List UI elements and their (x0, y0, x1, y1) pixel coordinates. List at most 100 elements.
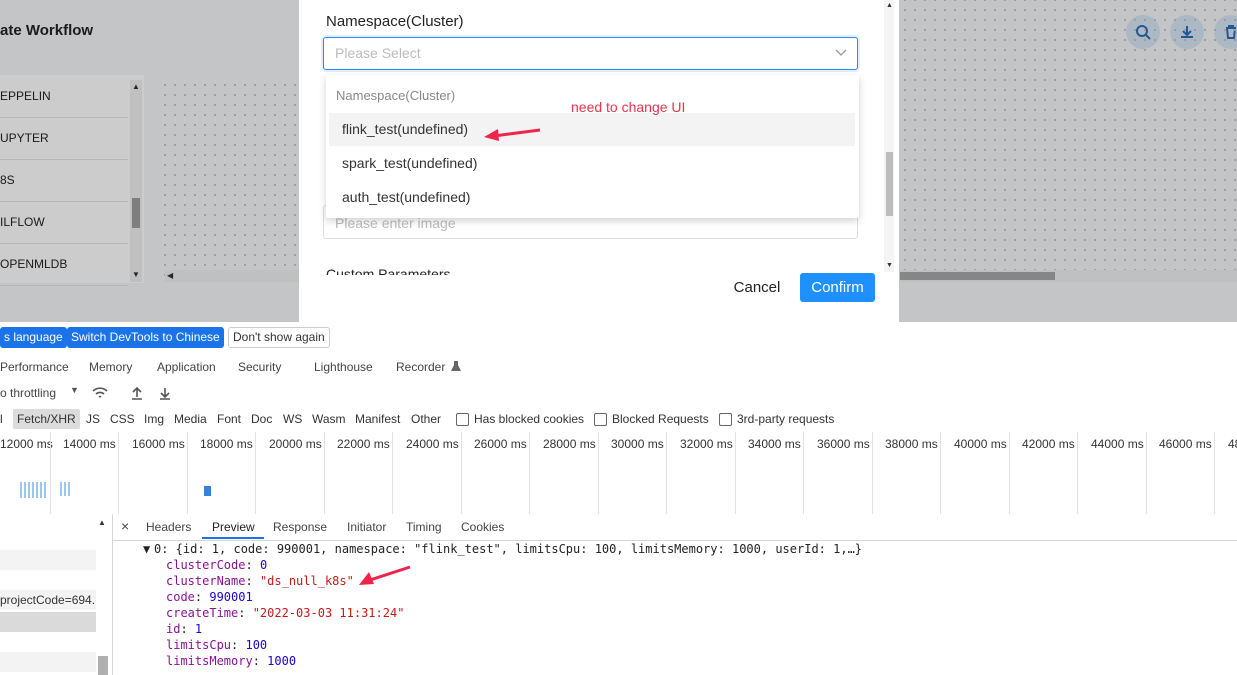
dialog-scrollbar[interactable] (884, 0, 894, 272)
namespace-option[interactable]: flink_test(undefined) (329, 113, 855, 146)
timeline-activity-bars (60, 482, 70, 496)
tab-preview[interactable]: Preview (212, 520, 255, 534)
annotation-arrow-icon (359, 565, 411, 585)
timeline-tick-label: 18000 ms (200, 437, 253, 451)
upload-icon[interactable] (130, 386, 144, 400)
blocked-requests-checkbox[interactable] (594, 413, 607, 426)
filter-img[interactable]: Img (144, 412, 164, 426)
timeline-gridline (666, 432, 667, 514)
third-party-requests-checkbox[interactable] (719, 413, 732, 426)
close-icon[interactable]: × (121, 518, 129, 534)
timeline-tick-label: 34000 ms (748, 437, 801, 451)
filter-wasm[interactable]: Wasm (312, 412, 346, 426)
filter-doc[interactable]: Doc (251, 412, 272, 426)
timeline-gridline (50, 432, 51, 514)
timeline-tick-label: 12000 ms (0, 437, 53, 451)
field-key: clusterCode (166, 558, 246, 572)
tab-security[interactable]: Security (238, 360, 281, 374)
tab-memory[interactable]: Memory (89, 360, 132, 374)
has-blocked-cookies-checkbox[interactable] (456, 413, 469, 426)
request-row[interactable] (0, 652, 96, 672)
timeline-gridline (461, 432, 462, 514)
annotation-note: need to change UI (571, 99, 686, 115)
network-details-area: projectCode=694... ▲ × Headers Preview R… (0, 514, 1237, 675)
filter-other[interactable]: Other (411, 412, 441, 426)
confirm-button[interactable]: Confirm (800, 273, 875, 302)
chevron-down-icon (835, 49, 847, 56)
filter-fetch-xhr[interactable]: Fetch/XHR (13, 409, 80, 429)
field-key: limitsCpu (166, 638, 232, 652)
expand-triangle-icon[interactable]: ▼ (143, 541, 150, 557)
dont-show-again-button[interactable]: Don't show again (228, 327, 330, 348)
timeline-tick-label: 48 (1228, 437, 1237, 451)
filter-manifest[interactable]: Manifest (355, 412, 400, 426)
field-value: 1 (194, 622, 203, 636)
timeline-gridline (255, 432, 256, 514)
devtools-language-bar: s language Switch DevTools to Chinese Do… (0, 322, 1237, 354)
filter-css[interactable]: CSS (110, 412, 135, 426)
tab-recorder[interactable]: Recorder (396, 360, 445, 374)
preview-field: createTime: "2022-03-03 11:31:24" (166, 606, 405, 620)
request-row[interactable]: projectCode=694... (0, 590, 96, 610)
preview-field: limitsMemory: 1000 (166, 654, 297, 668)
tab-performance[interactable]: Performance (0, 360, 69, 374)
namespace-dropdown: Namespace(Cluster) flink_test(undefined)… (326, 75, 859, 218)
dialog-scroll-thumb[interactable] (886, 152, 893, 216)
preview-field: id: 1 (166, 622, 203, 636)
network-overview-timeline[interactable]: 12000 ms 14000 ms 16000 ms 18000 ms 2000… (0, 432, 1237, 515)
request-list-scroll-thumb[interactable] (98, 656, 108, 675)
timeline-tick-label: 44000 ms (1091, 437, 1144, 451)
timeline-gridline (529, 432, 530, 514)
throttling-select[interactable]: o throttling (0, 386, 56, 400)
namespace-option[interactable]: spark_test(undefined) (329, 147, 855, 180)
request-row[interactable] (0, 570, 96, 590)
timeline-gridline (1146, 432, 1147, 514)
request-row-selected[interactable] (0, 612, 96, 632)
timeline-tick-label: 42000 ms (1022, 437, 1075, 451)
filter-font[interactable]: Font (217, 412, 241, 426)
timeline-gridline (735, 432, 736, 514)
download-icon[interactable] (158, 386, 172, 400)
preview-summary[interactable]: 0: {id: 1, code: 990001, namespace: "fli… (154, 541, 862, 557)
tab-cookies[interactable]: Cookies (461, 520, 504, 534)
preview-field: code: 990001 (166, 590, 253, 604)
tab-timing[interactable]: Timing (406, 520, 442, 534)
field-key: limitsMemory (166, 654, 253, 668)
field-value: 990001 (209, 590, 253, 604)
tab-application[interactable]: Application (157, 360, 216, 374)
cancel-button[interactable]: Cancel (724, 273, 790, 302)
timeline-tick-label: 22000 ms (337, 437, 390, 451)
scroll-down-arrow-icon[interactable]: ▼ (886, 262, 893, 269)
network-filter-bar: l Fetch/XHR JS CSS Img Media Font Doc WS… (0, 406, 1237, 433)
devtools-panel-tabs: Performance Memory Application Security … (0, 353, 1237, 381)
namespace-option[interactable]: auth_test(undefined) (329, 181, 855, 214)
tab-headers[interactable]: Headers (146, 520, 191, 534)
timeline-tick-label: 24000 ms (406, 437, 459, 451)
switch-chinese-button[interactable]: Switch DevTools to Chinese (67, 327, 224, 348)
timeline-gridline (324, 432, 325, 514)
response-preview: ▼ 0: {id: 1, code: 990001, namespace: "f… (113, 541, 1237, 675)
annotation-arrow-icon (484, 128, 541, 141)
dropdown-arrow-icon[interactable]: ▼ (70, 385, 79, 395)
request-row[interactable] (0, 522, 96, 550)
scroll-up-arrow-icon[interactable]: ▲ (98, 518, 106, 527)
namespace-select[interactable]: Please Select (323, 37, 858, 70)
tab-lighthouse[interactable]: Lighthouse (314, 360, 373, 374)
devtools-panel: s language Switch DevTools to Chinese Do… (0, 322, 1237, 675)
filter-ws[interactable]: WS (283, 412, 302, 426)
match-language-button[interactable]: s language (0, 327, 67, 348)
request-row[interactable] (0, 632, 96, 652)
network-conditions-icon[interactable] (92, 386, 108, 400)
blocked-requests-label: Blocked Requests (612, 412, 709, 426)
namespace-label: Namespace(Cluster) (326, 13, 464, 30)
field-value: 100 (245, 638, 268, 652)
filter-js[interactable]: JS (86, 412, 100, 426)
flask-icon (451, 361, 461, 371)
tab-initiator[interactable]: Initiator (347, 520, 386, 534)
scroll-up-arrow-icon[interactable]: ▲ (886, 2, 893, 9)
timeline-gridline (1077, 432, 1078, 514)
filter-media[interactable]: Media (174, 412, 207, 426)
request-row[interactable] (0, 550, 96, 570)
tab-response[interactable]: Response (273, 520, 327, 534)
filter-all[interactable]: l (0, 412, 3, 426)
